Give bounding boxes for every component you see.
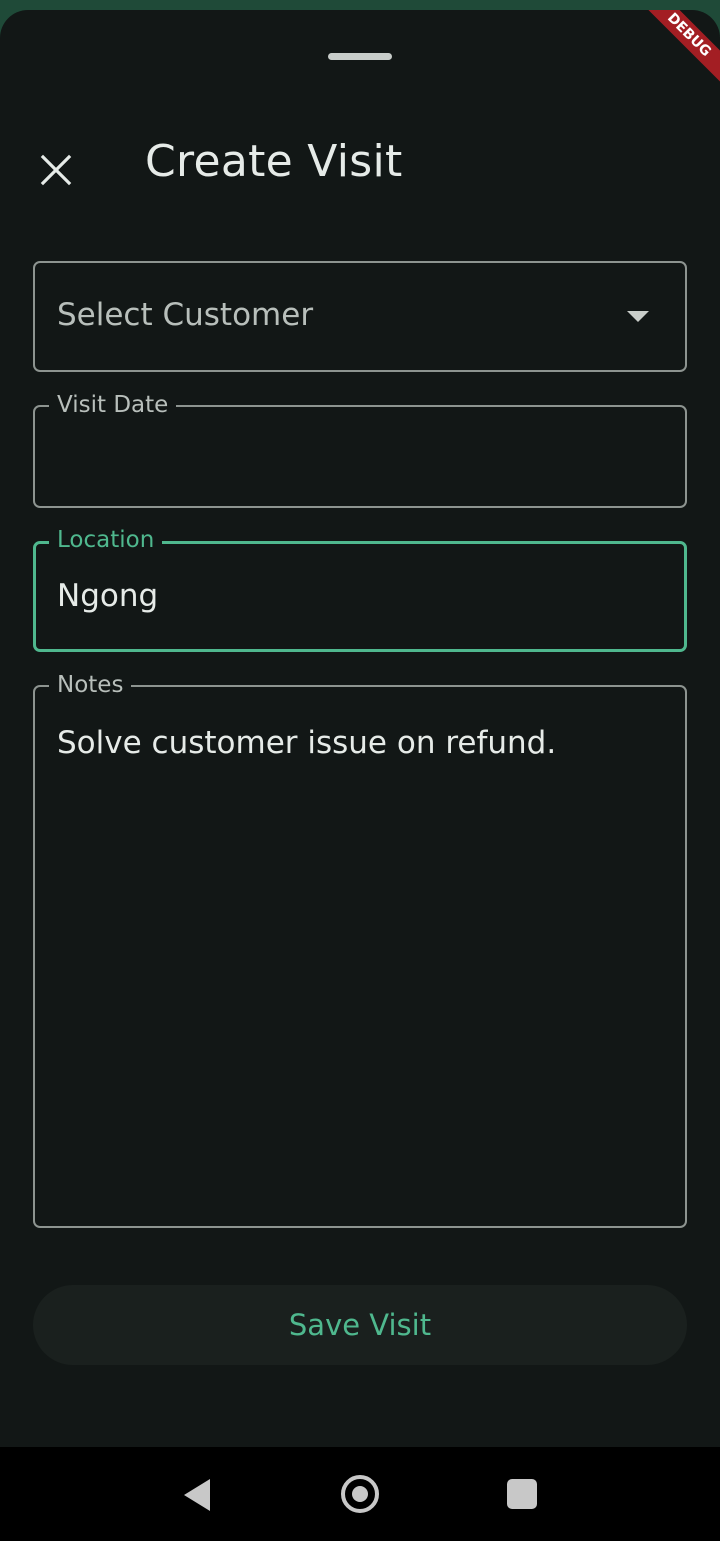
page-title: Create Visit	[145, 136, 403, 187]
save-visit-button[interactable]: Save Visit	[33, 1285, 687, 1365]
close-button[interactable]	[24, 138, 88, 202]
drag-handle[interactable]	[328, 53, 392, 60]
location-field[interactable]: Location Ngong	[33, 527, 687, 652]
home-circle-icon[interactable]	[341, 1475, 379, 1513]
system-navigation-bar	[0, 1447, 720, 1541]
visit-date-label: Visit Date	[49, 392, 177, 418]
bottom-sheet: DEBUG Create Visit Select Customer Visit…	[0, 10, 720, 1447]
location-value: Ngong	[57, 578, 159, 614]
select-customer-dropdown[interactable]: Select Customer	[33, 261, 687, 372]
notes-value: Solve customer issue on refund.	[57, 725, 557, 761]
close-icon	[40, 154, 72, 186]
location-label: Location	[49, 527, 163, 553]
notes-label: Notes	[49, 672, 132, 698]
debug-banner: DEBUG	[640, 10, 720, 90]
notes-field[interactable]: Notes Solve customer issue on refund.	[33, 672, 687, 1228]
screen: DEBUG Create Visit Select Customer Visit…	[0, 0, 720, 1541]
visit-date-field[interactable]: Visit Date	[33, 392, 687, 508]
dropdown-arrow-icon	[627, 311, 649, 322]
debug-banner-label: DEBUG	[640, 10, 720, 89]
back-triangle-icon[interactable]	[184, 1479, 210, 1511]
select-customer-placeholder: Select Customer	[57, 297, 314, 333]
home-circle-inner	[352, 1486, 368, 1502]
recents-square-icon[interactable]	[507, 1479, 537, 1509]
